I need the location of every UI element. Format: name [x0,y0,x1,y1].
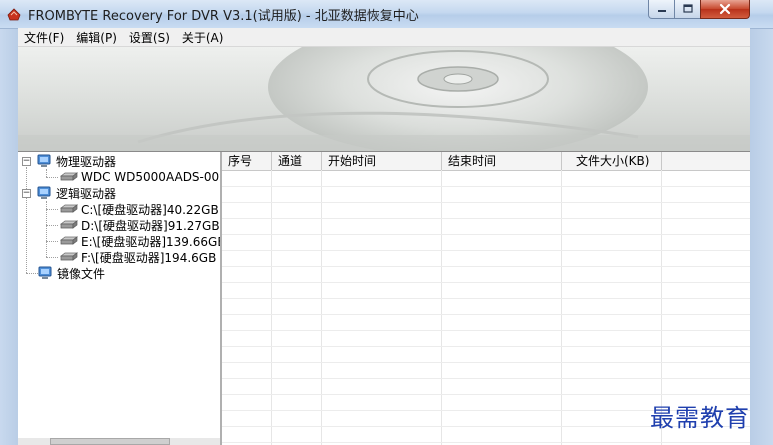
minimize-icon [657,10,666,12]
grid-row-line [222,250,750,251]
grid-row-line [222,330,750,331]
grid-row-line [222,282,750,283]
collapse-icon[interactable]: − [22,188,31,198]
app-icon [7,8,21,21]
hard-drive-icon [60,204,78,213]
window-frame-right [750,28,773,445]
grid-row-line [222,298,750,299]
tree-connector [46,225,58,226]
hard-drive-icon [60,172,78,181]
tree-label: 物理驱动器 [56,154,117,169]
computer-icon [37,154,51,167]
menu-file[interactable]: 文件(F) [18,29,70,46]
banner-image [18,47,750,152]
tree-label: C:\[硬盘驱动器]40.22GB [81,202,219,217]
window-title: FROMBYTE Recovery For DVR V3.1(试用版) - 北亚… [28,9,419,24]
tree-connector [26,167,27,273]
title-bar: FROMBYTE Recovery For DVR V3.1(试用版) - 北亚… [0,0,773,29]
tree-connector [46,177,58,178]
computer-icon [37,186,51,199]
watermark-text: 最需教育 [650,404,750,432]
grid-row-line [222,202,750,203]
tree-label: WDC WD5000AADS-00S9B [81,170,220,184]
tree-label: F:\[硬盘驱动器]194.6GB [81,250,217,265]
menu-edit[interactable]: 编辑(P) [70,29,123,46]
maximize-icon [682,4,693,13]
tree-node-physical-drives[interactable]: − 物理驱动器 [22,153,116,169]
grid-column-line [561,170,562,445]
tree-connector [46,209,58,210]
close-button[interactable] [700,0,750,19]
computer-icon [38,266,52,279]
tree-label: 镜像文件 [57,266,106,281]
collapse-icon[interactable]: − [22,156,31,166]
hard-drive-icon [60,236,78,245]
hard-drive-icon [60,252,78,261]
tree-node-physical-disk[interactable]: WDC WD5000AADS-00S9B [60,169,220,185]
grid-column-line [271,170,272,445]
grid-row-line [222,314,750,315]
minimize-button[interactable] [648,0,675,19]
grid-row-line [222,378,750,379]
grid-row-line [222,186,750,187]
tree-label: 逻辑驱动器 [56,186,117,201]
tree-node-logical-drives[interactable]: − 逻辑驱动器 [22,185,116,201]
scrollbar-thumb[interactable] [50,438,170,445]
column-header-file-size[interactable]: 文件大小(KB) [562,152,662,170]
tree-connector [46,169,47,177]
grid-row-line [222,394,750,395]
menu-about[interactable]: 关于(A) [176,29,230,46]
column-header-index[interactable]: 序号 [222,152,272,170]
grid-row-line [222,266,750,267]
tree-node-drive-d[interactable]: D:\[硬盘驱动器]91.27GB [60,217,220,233]
grid-row-line [222,362,750,363]
menu-bar: 文件(F) 编辑(P) 设置(S) 关于(A) [18,28,750,47]
tree-node-image-files[interactable]: 镜像文件 [36,265,105,281]
tree-connector [46,241,58,242]
tree-connector [46,257,58,258]
tree-node-drive-f[interactable]: F:\[硬盘驱动器]194.6GB [60,249,216,265]
grid-row-line [222,346,750,347]
grid-row-line [222,442,750,443]
maximize-button[interactable] [674,0,701,19]
tree-node-drive-e[interactable]: E:\[硬盘驱动器]139.66GB [60,233,222,249]
column-header-channel[interactable]: 通道 [272,152,322,170]
hard-drive-icon [60,220,78,229]
menu-settings[interactable]: 设置(S) [123,29,176,46]
grid-row-line [222,218,750,219]
column-header-end-time[interactable]: 结束时间 [442,152,562,170]
grid-column-line [441,170,442,445]
grid-column-line [321,170,322,445]
tree-label: D:\[硬盘驱动器]91.27GB [81,218,220,233]
hard-disk-platter-graphic [18,47,750,151]
window-frame-left [0,28,18,445]
table-header: 序号 通道 开始时间 结束时间 文件大小(KB) [222,152,750,171]
column-header-start-time[interactable]: 开始时间 [322,152,442,170]
drive-tree: − 物理驱动器 WDC WD5000AADS-00S9B − 逻辑驱动器 [18,152,222,445]
close-icon [719,3,731,15]
tree-node-drive-c[interactable]: C:\[硬盘驱动器]40.22GB [60,201,219,217]
grid-row-line [222,234,750,235]
tree-horizontal-scrollbar[interactable] [18,438,220,445]
tree-label: E:\[硬盘驱动器]139.66GB [81,234,222,249]
